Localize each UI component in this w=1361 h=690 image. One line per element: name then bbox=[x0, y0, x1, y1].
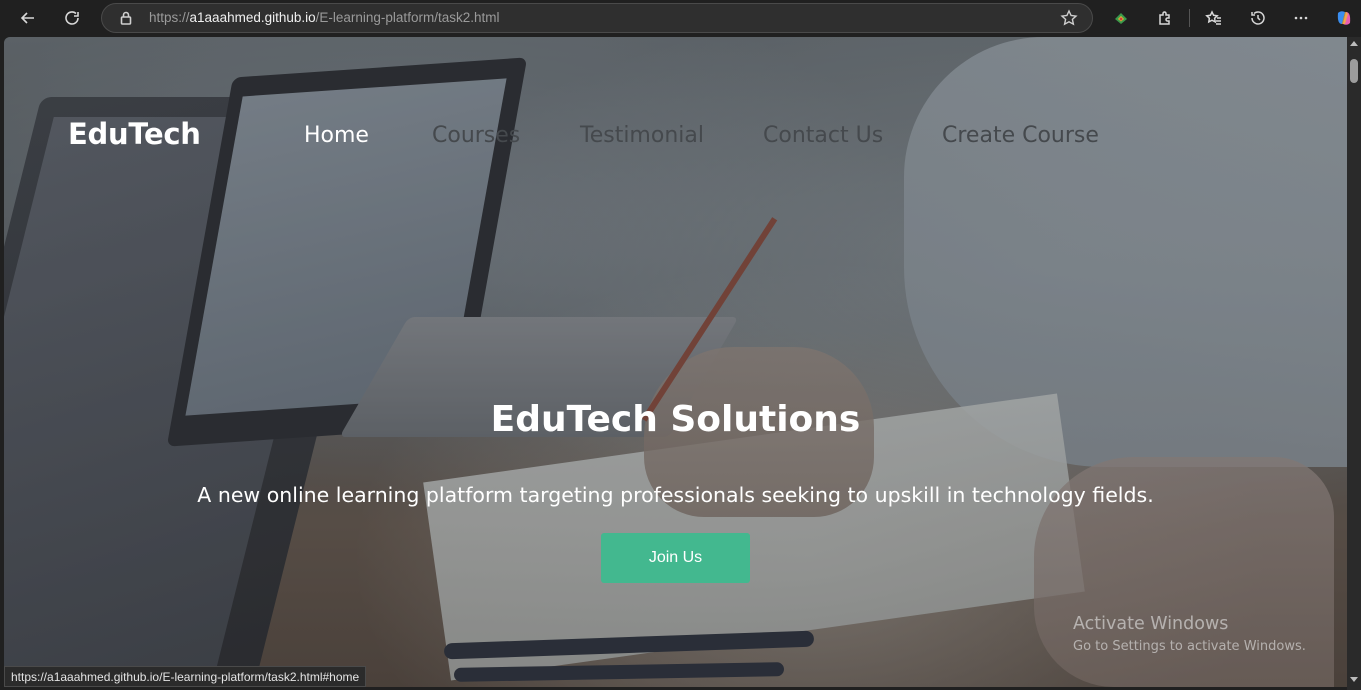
nav-link-courses[interactable]: Courses bbox=[432, 123, 520, 148]
address-bar[interactable]: https://a1aaahmed.github.io/E-learning-p… bbox=[101, 3, 1093, 33]
history-icon[interactable] bbox=[1244, 5, 1272, 31]
join-us-button[interactable]: Join Us bbox=[601, 533, 750, 583]
browser-toolbar: https://a1aaahmed.github.io/E-learning-p… bbox=[0, 0, 1361, 37]
site-logo[interactable]: EduTech bbox=[68, 117, 201, 151]
page-scrollbar[interactable] bbox=[1347, 37, 1361, 690]
scroll-up-arrow-icon[interactable] bbox=[1350, 41, 1358, 46]
url-prefix: https:// bbox=[149, 10, 190, 25]
toolbar-separator bbox=[1189, 9, 1190, 27]
nav-link-contact-us[interactable]: Contact Us bbox=[763, 123, 883, 148]
scrollbar-thumb[interactable] bbox=[1350, 59, 1358, 83]
scroll-down-arrow-icon[interactable] bbox=[1350, 677, 1358, 682]
nav-link-home[interactable]: Home bbox=[304, 123, 369, 148]
status-bar-link-preview: https://a1aaahmed.github.io/E-learning-p… bbox=[4, 666, 367, 687]
nav-link-create-course[interactable]: Create Course bbox=[942, 123, 1099, 148]
url-host: a1aaahmed.github.io bbox=[189, 10, 316, 25]
puzzle-icon[interactable] bbox=[1151, 5, 1179, 31]
hero-subtitle: A new online learning platform targeting… bbox=[197, 483, 1154, 507]
extension-colorful-icon[interactable] bbox=[1107, 5, 1135, 31]
more-icon[interactable] bbox=[1287, 5, 1315, 31]
star-icon[interactable] bbox=[1060, 9, 1078, 27]
hero-title: EduTech Solutions bbox=[490, 399, 861, 440]
refresh-icon[interactable] bbox=[58, 5, 86, 31]
back-icon[interactable] bbox=[14, 5, 42, 31]
nav-link-testimonial[interactable]: Testimonial bbox=[580, 123, 704, 148]
activate-windows-subtitle: Go to Settings to activate Windows. bbox=[1073, 639, 1306, 654]
activate-windows-title: Activate Windows bbox=[1073, 614, 1229, 634]
favorites-icon[interactable] bbox=[1200, 5, 1228, 31]
copilot-icon[interactable] bbox=[1330, 5, 1358, 31]
lock-icon[interactable] bbox=[118, 10, 134, 26]
page-viewport: EduTech Home Courses Testimonial Contact… bbox=[4, 37, 1347, 687]
url-path: /E-learning-platform/task2.html bbox=[315, 10, 500, 25]
url-text[interactable]: https://a1aaahmed.github.io/E-learning-p… bbox=[149, 10, 499, 25]
